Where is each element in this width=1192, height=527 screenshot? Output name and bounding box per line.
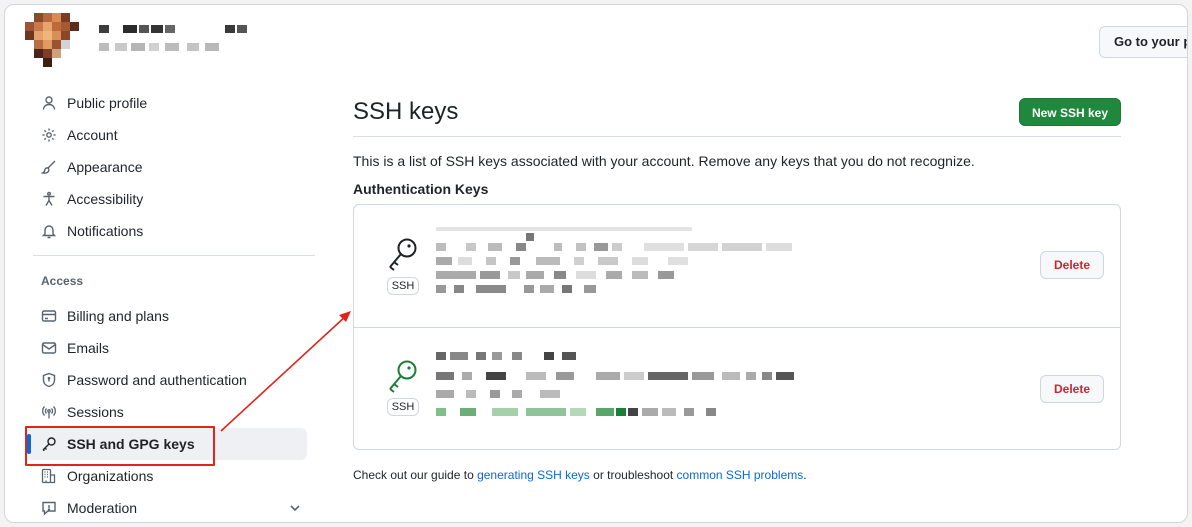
credit-card-icon — [41, 308, 57, 324]
common-ssh-problems-link[interactable]: common SSH problems — [677, 468, 804, 482]
sidebar-heading-access: Access — [41, 274, 84, 288]
annotation-arrow — [220, 311, 351, 432]
ssh-key-row: SSH Delete — [354, 327, 1120, 449]
report-icon — [41, 500, 57, 516]
key-details-redacted — [436, 227, 792, 293]
generating-ssh-keys-link[interactable]: generating SSH keys — [477, 468, 590, 482]
avatar[interactable] — [25, 13, 79, 67]
key-icon — [386, 236, 420, 274]
chevron-down-icon[interactable] — [287, 500, 303, 516]
sidebar-item-label: Accessibility — [67, 191, 144, 207]
sidebar-item-label: Sessions — [67, 404, 124, 420]
gear-icon — [41, 127, 57, 143]
authentication-keys-heading: Authentication Keys — [353, 181, 489, 197]
sidebar-item-label: Moderation — [67, 500, 138, 516]
ssh-keys-list: SSH Delete SSH Delete — [353, 204, 1121, 450]
sidebar-item-label: Account — [67, 127, 118, 143]
delete-key-button[interactable]: Delete — [1040, 251, 1104, 279]
delete-key-button[interactable]: Delete — [1040, 375, 1104, 403]
annotation-highlight-box — [25, 426, 215, 466]
new-ssh-key-button[interactable]: New SSH key — [1018, 97, 1121, 126]
sidebar-item-label: Notifications — [67, 223, 144, 239]
ssh-badge: SSH — [387, 277, 419, 295]
person-icon — [41, 95, 57, 111]
bell-icon — [41, 223, 57, 239]
accessibility-icon — [41, 191, 57, 207]
page-title: SSH keys — [353, 97, 459, 125]
sidebar-item-notifications[interactable]: Notifications — [25, 215, 315, 247]
key-details-redacted — [436, 352, 794, 416]
organization-icon — [41, 468, 57, 484]
sidebar-divider — [33, 255, 315, 256]
sidebar-item-label: Appearance — [67, 159, 143, 175]
mail-icon — [41, 340, 57, 356]
sidebar-item-label: Public profile — [67, 95, 148, 111]
footer-text-middle: or troubleshoot — [589, 468, 677, 482]
sidebar-item-label: Organizations — [67, 468, 154, 484]
footer-text-prefix: Check out our guide to — [353, 468, 478, 482]
go-to-profile-button[interactable]: Go to your pe — [1099, 26, 1187, 58]
title-row: SSH keys New SSH key — [353, 93, 1121, 137]
sidebar-item-public-profile[interactable]: Public profile — [25, 87, 315, 119]
ssh-guide-note: Check out our guide to generating SSH ke… — [353, 468, 1121, 482]
sidebar-item-label: Billing and plans — [67, 308, 169, 324]
broadcast-icon — [41, 404, 57, 420]
sidebar-item-appearance[interactable]: Appearance — [25, 151, 315, 183]
footer-text-suffix: . — [803, 468, 807, 482]
shield-lock-icon — [41, 372, 57, 388]
username-redacted — [99, 25, 247, 51]
ssh-key-row: SSH Delete — [354, 205, 1120, 327]
ssh-keys-panel: SSH keys New SSH key This is a list of S… — [353, 93, 1121, 482]
settings-window: Go to your pe Public profile Account App… — [4, 4, 1188, 523]
sidebar-item-accessibility[interactable]: Accessibility — [25, 183, 315, 215]
sidebar-item-moderation[interactable]: Moderation — [25, 492, 315, 522]
sidebar-item-account[interactable]: Account — [25, 119, 315, 151]
ssh-badge: SSH — [387, 398, 419, 416]
description-text: This is a list of SSH keys associated wi… — [353, 153, 975, 169]
paintbrush-icon — [41, 159, 57, 175]
key-icon — [386, 358, 420, 396]
sidebar-item-label: Emails — [67, 340, 110, 356]
